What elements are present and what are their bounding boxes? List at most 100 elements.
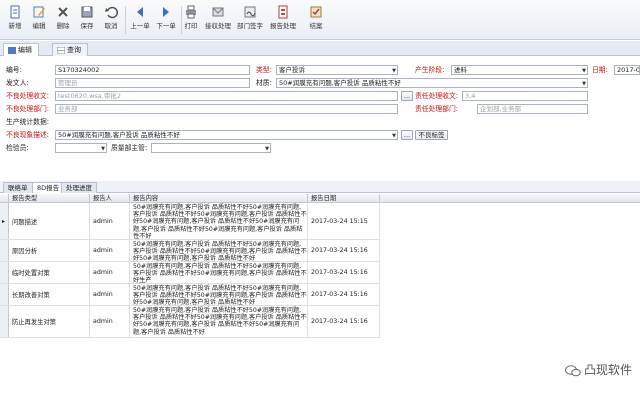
- dept-sign-button[interactable]: 部门签字: [235, 3, 265, 37]
- table-row[interactable]: 原因分析 admin 50#润膜充有问题,客户投诉 品质粘性不好50#润膜充有问…: [0, 240, 380, 262]
- tab-browse[interactable]: 查询: [52, 43, 88, 56]
- save-button[interactable]: 保存: [76, 3, 98, 37]
- row-indicator: ▸: [0, 203, 9, 239]
- prod-stat-label: 生产统计数据:: [6, 118, 50, 126]
- header-reporter[interactable]: 报告人: [90, 194, 130, 203]
- cell-content: 50#润膜充有问题,客户投诉 品质粘性不好50#润膜充有问题,客户投诉 品质粘性…: [130, 262, 308, 283]
- save-button-label: 保存: [80, 22, 94, 30]
- table-row[interactable]: ▸ 问题描述 admin 50#润膜充有问题,客户投诉 品质粘性不好50#润膜充…: [0, 203, 380, 240]
- toolbar-separator: [181, 6, 182, 34]
- undo-icon: [105, 6, 118, 19]
- defect-recv-field[interactable]: test0620,wsa,审批2: [55, 91, 398, 101]
- toolbar-separator: [125, 6, 126, 34]
- date-field[interactable]: 2017-0: [614, 65, 640, 75]
- print-icon: [186, 5, 196, 19]
- cell-report-type: 原因分析: [9, 240, 90, 261]
- resp-recv-label: 责任处理收文:: [415, 92, 459, 100]
- arrow-left-icon: [137, 7, 143, 17]
- defect-tag-button[interactable]: 不良标签: [415, 130, 448, 140]
- new-button-label: 新增: [8, 22, 22, 30]
- delete-button-label: 删除: [56, 22, 70, 30]
- receive-button[interactable]: 接収处理: [203, 3, 233, 37]
- edit-button[interactable]: 编辑: [28, 3, 50, 37]
- cell-reporter: admin: [90, 203, 130, 239]
- detail-tab-strip: 联络单 8D报告 处理进度: [0, 181, 640, 193]
- edit-icon: [33, 6, 45, 18]
- cell-content: 50#润膜充有问题,客户投诉 品质粘性不好50#润膜充有问题,客户投诉 品质粘性…: [130, 240, 308, 261]
- code-label: 编号:: [6, 66, 22, 74]
- tab-progress[interactable]: 处理进度: [61, 182, 97, 193]
- new-doc-icon: [10, 5, 20, 19]
- grid-tab-icon: [57, 46, 65, 54]
- report-process-button[interactable]: 报告处理: [268, 3, 298, 37]
- type-select[interactable]: 客户投诉: [276, 65, 398, 75]
- prev-record-button[interactable]: 上一单: [128, 3, 152, 37]
- grid-header: 报告类型 报告人 报告内容 报告日期: [0, 194, 640, 203]
- qa-supervisor-label: 质量部主管:: [111, 144, 148, 152]
- header-report-date[interactable]: 报告日期: [308, 194, 380, 203]
- defect-desc-label: 不良现象描述:: [6, 131, 50, 139]
- close-case-button[interactable]: 结案: [306, 3, 326, 37]
- cell-report-type: 长期改善对策: [9, 284, 90, 305]
- cell-report-date: 2017-03-24 15:16: [308, 240, 380, 261]
- resp-dept-field[interactable]: 企划部,业务部: [477, 104, 588, 114]
- edit-tab-icon: [8, 46, 16, 54]
- new-button[interactable]: 新增: [4, 3, 26, 37]
- cell-content: 50#润膜充有问题,客户投诉 品质粘性不好50#润膜充有问题,客户投诉 品质粘性…: [130, 203, 308, 239]
- receive-button-label: 接収处理: [205, 22, 231, 30]
- source-select[interactable]: 进料: [451, 65, 588, 75]
- table-row[interactable]: 防止再发生对策 admin 50#润膜充有问题,客户投诉 品质粘性不好50#润膜…: [0, 306, 380, 338]
- date-label: 日期:: [592, 66, 608, 74]
- cancel-button-label: 取消: [104, 22, 118, 30]
- resp-recv-field[interactable]: 3,4: [462, 91, 588, 101]
- sender-label: 发文人:: [6, 79, 29, 87]
- close-case-icon: [310, 6, 322, 18]
- tab-edit[interactable]: 编辑: [3, 43, 39, 56]
- report-icon: [278, 5, 288, 19]
- delete-icon: [58, 7, 68, 17]
- delete-button[interactable]: 删除: [52, 3, 74, 37]
- edit-button-label: 编辑: [32, 22, 46, 30]
- tab-browse-label: 查询: [67, 46, 81, 54]
- print-button[interactable]: 打印: [183, 3, 199, 37]
- cancel-button[interactable]: 取消: [100, 3, 122, 37]
- sender-field[interactable]: 管理员: [55, 78, 250, 88]
- row-indicator: [0, 306, 9, 337]
- code-field[interactable]: S170324002: [55, 65, 250, 75]
- report-process-label: 报告处理: [270, 22, 296, 30]
- close-case-label: 结案: [309, 22, 323, 30]
- next-record-button[interactable]: 下一单: [154, 3, 178, 37]
- receive-icon: [212, 7, 224, 17]
- defect-desc-picker-button[interactable]: ...: [401, 130, 413, 140]
- header-report-type[interactable]: 报告类型: [9, 194, 90, 203]
- cell-report-date: 2017-03-24 15:16: [308, 284, 380, 305]
- tab-8d-report[interactable]: 8D报告: [32, 182, 65, 193]
- inspector-select[interactable]: [55, 143, 107, 153]
- record-form: 编号: S170324002 类型: 客户投诉 产生阶段: 进料 日期: 201…: [0, 57, 640, 177]
- material-label: 材质:: [256, 79, 272, 87]
- header-content[interactable]: 报告内容: [130, 194, 308, 203]
- defect-desc-select[interactable]: 50#润膜充有问题,客户投诉 品质粘性不好: [55, 130, 398, 140]
- defect-dept-label: 不良处理部门:: [6, 105, 50, 113]
- save-icon: [81, 6, 93, 18]
- main-toolbar: 新增 编辑 删除 保存 取消 上一单 下一单 打印 接収处理 部门签字 报告处理: [0, 0, 640, 40]
- table-row[interactable]: 长期改善对策 admin 50#润膜充有问题,客户投诉 品质粘性不好50#润膜充…: [0, 284, 380, 306]
- defect-recv-picker-button[interactable]: ...: [401, 91, 413, 101]
- row-indicator: [0, 262, 9, 283]
- qa-supervisor-select[interactable]: [151, 143, 271, 153]
- current-row-arrow-icon: ▸: [2, 218, 6, 225]
- tab-contact-sheet[interactable]: 联络单: [3, 182, 33, 193]
- cell-reporter: admin: [90, 306, 130, 337]
- type-label: 类型:: [256, 66, 272, 74]
- cell-report-type: 问题描述: [9, 203, 90, 239]
- cell-reporter: admin: [90, 284, 130, 305]
- cell-reporter: admin: [90, 262, 130, 283]
- cell-content: 50#润膜充有问题,客户投诉 品质粘性不好50#润膜充有问题,客户投诉 品质粘性…: [130, 284, 308, 305]
- material-select[interactable]: 50#润膜充有问题,客户投诉 品质粘性不好: [276, 78, 588, 88]
- row-indicator: [0, 240, 9, 261]
- defect-dept-field[interactable]: 业务部: [55, 104, 398, 114]
- row-indicator: [0, 284, 9, 305]
- table-row[interactable]: 临时处置对策 admin 50#润膜充有问题,客户投诉 品质粘性不好50#润膜充…: [0, 262, 380, 284]
- next-record-label: 下一单: [156, 22, 176, 30]
- report-grid: 报告类型 报告人 报告内容 报告日期 ▸ 问题描述 admin 50#润膜充有问…: [0, 194, 640, 400]
